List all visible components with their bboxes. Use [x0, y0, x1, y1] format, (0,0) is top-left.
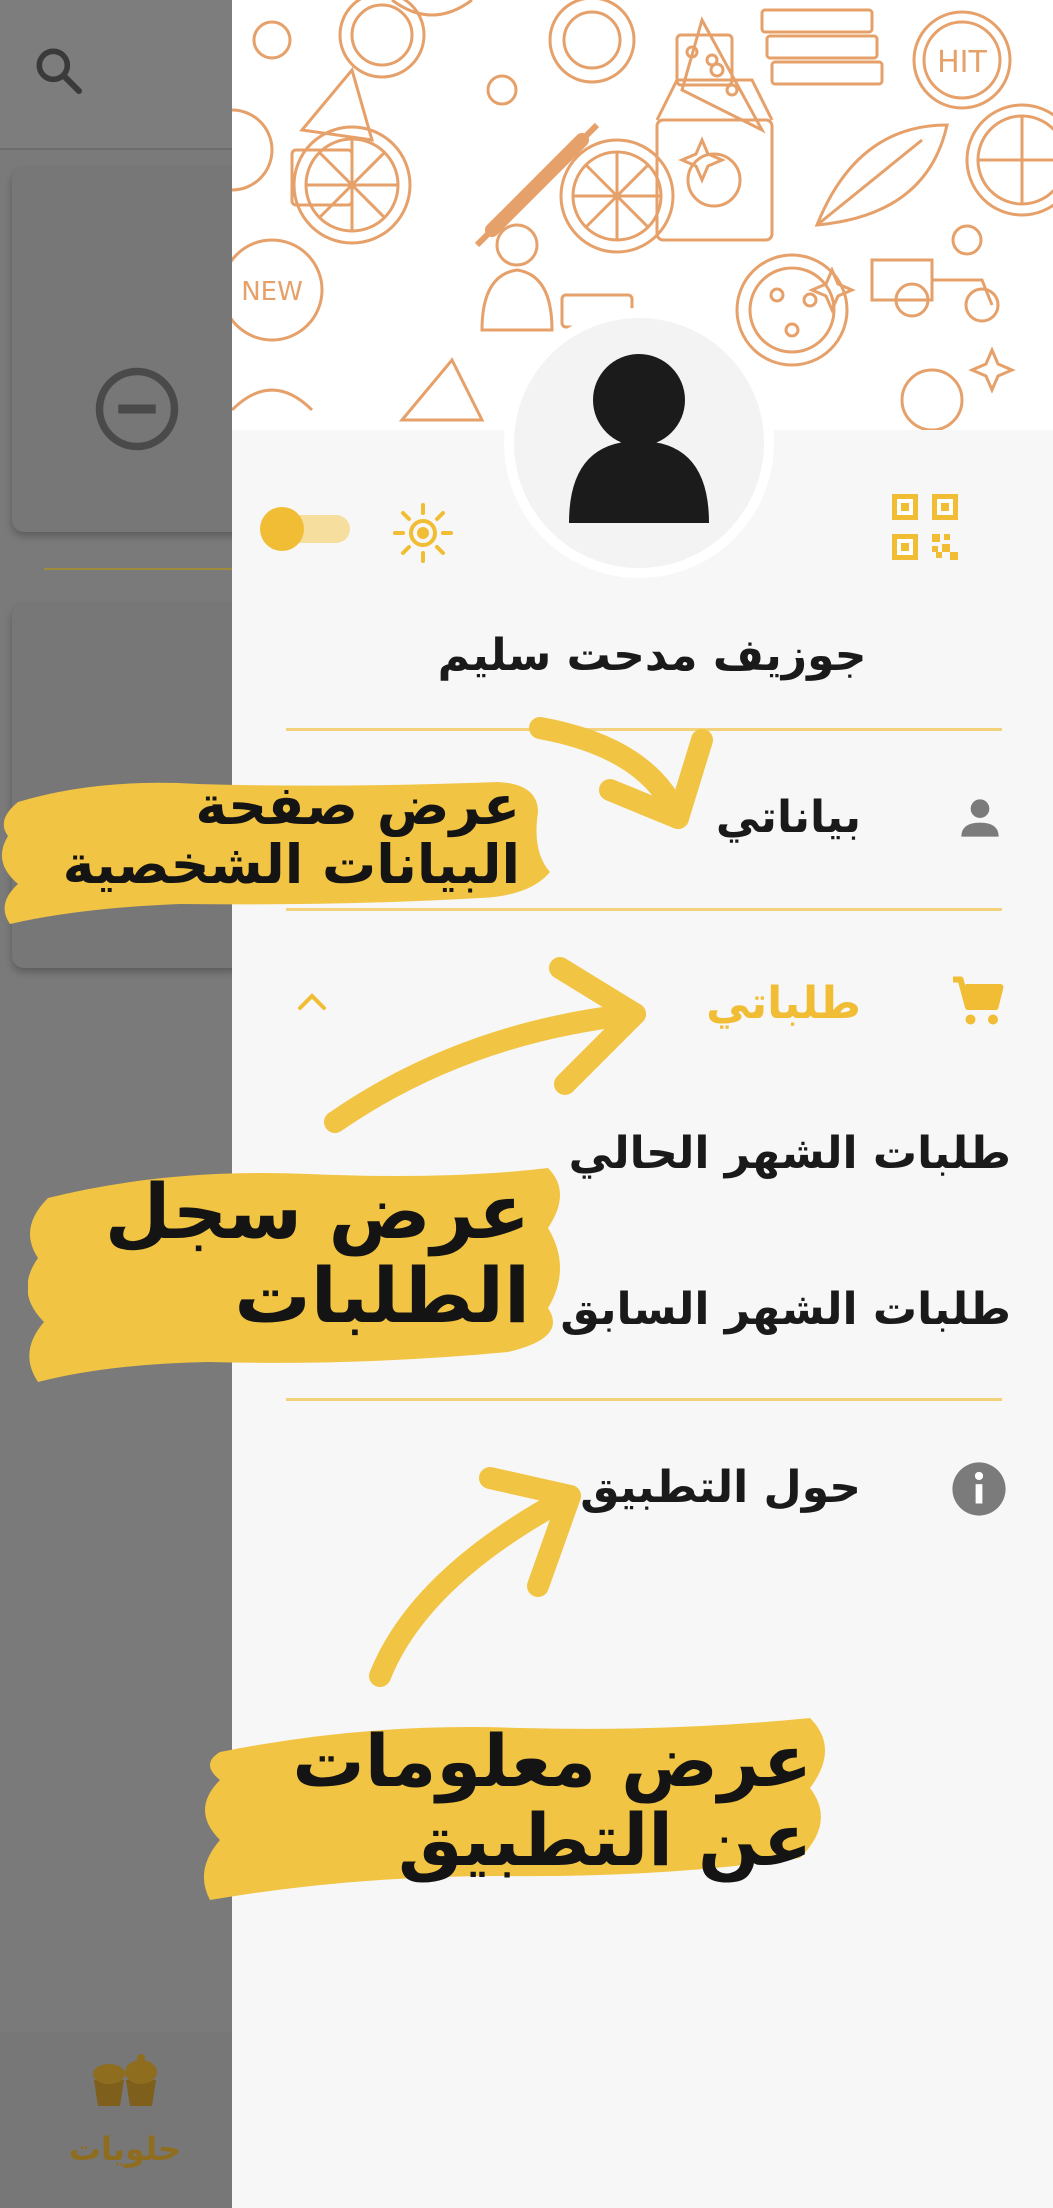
chevron-up-icon[interactable] [292, 986, 332, 1016]
qr-code-icon[interactable] [892, 494, 958, 560]
search-icon[interactable] [30, 42, 86, 98]
callout-about-text: عرض معلومات عن التطبيق [220, 1719, 812, 1883]
person-silhouette-icon [569, 354, 709, 523]
callout-about-line1: عرض معلومات [292, 1719, 812, 1803]
callout-profile-line1: عرض صفحة [195, 774, 520, 837]
callout-profile-text: عرض صفحة البيانات الشخصية [10, 776, 520, 895]
theme-toggle-switch[interactable] [256, 506, 356, 552]
submenu-previous-month-orders[interactable]: طلبات الشهر السابق [560, 1284, 1011, 1335]
product-card[interactable] [12, 168, 244, 532]
info-icon [952, 1462, 1006, 1516]
callout-orders-line2: الطلبات [234, 1250, 530, 1340]
callout-about-line2: عن التطبيق [398, 1798, 812, 1883]
menu-divider [286, 1398, 1002, 1401]
section-divider [44, 568, 232, 570]
shopping-cart-icon [953, 976, 1004, 1025]
callout-orders-text: عرض سجل الطلبات [40, 1170, 530, 1337]
submenu-current-month-orders[interactable]: طلبات الشهر الحالي [569, 1128, 1011, 1179]
light-mode-icon [393, 503, 453, 563]
user-avatar[interactable] [504, 308, 774, 578]
hit-badge-text: HIT [937, 45, 987, 80]
tab-sweets-label[interactable]: حلويات [50, 2130, 200, 2168]
remove-circle-icon[interactable] [92, 364, 182, 454]
user-name: جوزيف مدحت سليم [437, 630, 867, 681]
cupcakes-icon[interactable] [88, 2050, 162, 2112]
menu-item-about-app[interactable]: حول التطبيق [580, 1462, 861, 1513]
menu-item-my-profile[interactable]: بياناتي [716, 792, 861, 843]
callout-orders-line1: عرض سجل [104, 1167, 530, 1256]
new-badge-text: NEW [241, 277, 303, 307]
menu-divider [286, 728, 1002, 731]
person-icon [961, 799, 999, 837]
menu-item-my-orders[interactable]: طلباتي [706, 978, 861, 1029]
callout-profile-line2: البيانات الشخصية [62, 833, 520, 897]
